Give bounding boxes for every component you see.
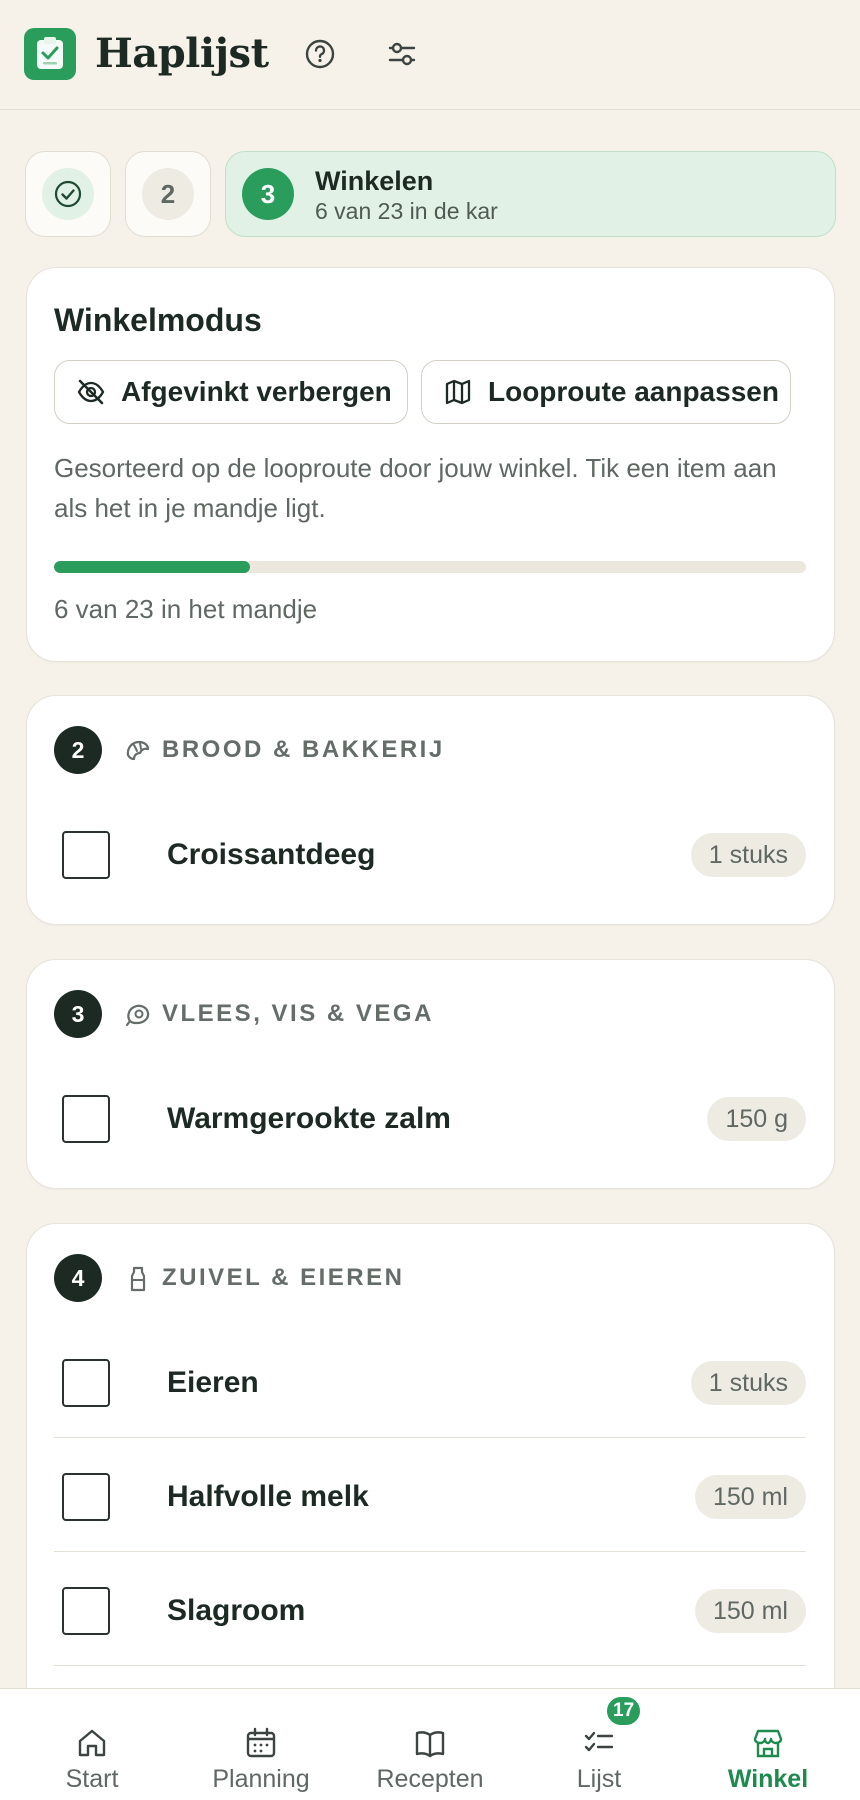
item-quantity: 1 stuks <box>690 1361 806 1405</box>
step-2[interactable]: 2 <box>125 151 211 237</box>
check-icon <box>42 168 94 220</box>
store-icon <box>750 1725 786 1761</box>
item-quantity: 150 ml <box>694 1475 806 1519</box>
step-subtitle: 6 van 23 in de kar <box>315 198 498 224</box>
section-number: 2 <box>54 726 102 774</box>
nav-item-recepten[interactable]: Recepten <box>344 1689 516 1800</box>
hide-checked-button[interactable]: Afgevinkt verbergen <box>54 360 408 424</box>
section-title: BROOD & BAKKERIJ <box>162 736 445 763</box>
hide-checked-label: Afgevinkt verbergen <box>121 376 392 407</box>
nav-item-planning[interactable]: Planning <box>175 1689 347 1800</box>
map-icon <box>442 376 474 408</box>
list-item[interactable]: Warmgerookte zalm 150 g <box>54 1060 806 1174</box>
croissant-icon <box>123 736 153 766</box>
nav-item-start[interactable]: Start <box>6 1689 178 1800</box>
item-quantity: 150 ml <box>694 1589 806 1633</box>
section-card-bread: 2 BROOD & BAKKERIJ Croissantdeeg 1 stuks <box>26 695 835 925</box>
meat-icon <box>123 1000 153 1030</box>
app-header: Haplijst <box>0 0 860 110</box>
checklist-icon <box>581 1725 617 1761</box>
eye-off-icon <box>75 376 107 408</box>
list-item[interactable]: Slagroom 150 ml <box>54 1552 806 1666</box>
nav-item-winkel[interactable]: Winkel <box>682 1689 854 1800</box>
edit-route-button[interactable]: Looproute aanpassen <box>421 360 791 424</box>
bottom-nav: Start Planning Recepten 17 Lijst Winkel <box>0 1688 860 1800</box>
item-checkbox[interactable] <box>62 1473 110 1521</box>
cart-progress-text: 6 van 23 in het mandje <box>54 594 318 624</box>
nav-label: Start <box>65 1765 119 1793</box>
section-card-meat: 3 VLEES, VIS & VEGA Warmgerookte zalm 15… <box>26 959 835 1189</box>
list-item[interactable]: Halfvolle melk 150 ml <box>54 1438 806 1552</box>
item-name: Eieren <box>167 1366 259 1399</box>
step-3-active[interactable]: 3 Winkelen 6 van 23 in de kar <box>225 151 836 237</box>
item-checkbox[interactable] <box>62 831 110 879</box>
section-number: 3 <box>54 990 102 1038</box>
nav-label: Planning <box>212 1765 310 1793</box>
home-icon <box>74 1725 110 1761</box>
app-title: Haplijst <box>95 30 269 77</box>
step-1-done[interactable] <box>25 151 111 237</box>
section-title: ZUIVEL & EIEREN <box>162 1264 405 1291</box>
milk-bottle-icon <box>123 1264 153 1294</box>
list-item[interactable]: Croissantdeeg 1 stuks <box>54 796 806 910</box>
section-title: VLEES, VIS & VEGA <box>162 1000 434 1027</box>
item-name: Halfvolle melk <box>167 1480 369 1513</box>
item-checkbox[interactable] <box>62 1095 110 1143</box>
app-logo <box>24 28 76 80</box>
step-number: 3 <box>242 168 294 220</box>
item-quantity: 150 g <box>707 1097 806 1141</box>
settings-sliders-icon[interactable] <box>384 36 420 72</box>
item-checkbox[interactable] <box>62 1587 110 1635</box>
book-icon <box>412 1725 448 1761</box>
item-name: Croissantdeeg <box>167 838 376 871</box>
section-number: 4 <box>54 1254 102 1302</box>
item-checkbox[interactable] <box>62 1359 110 1407</box>
shop-mode-title: Winkelmodus <box>54 302 262 338</box>
help-icon[interactable] <box>302 36 338 72</box>
item-quantity: 1 stuks <box>690 833 806 877</box>
step-title: Winkelen <box>315 166 434 196</box>
nav-label: Recepten <box>376 1765 484 1793</box>
calendar-icon <box>243 1725 279 1761</box>
item-name: Slagroom <box>167 1594 306 1627</box>
item-name: Warmgerookte zalm <box>167 1102 451 1135</box>
edit-route-label: Looproute aanpassen <box>488 376 779 407</box>
shop-mode-description: Gesorteerd op de looproute door jouw win… <box>54 453 777 523</box>
shop-mode-card: Winkelmodus Afgevinkt verbergen Looprout… <box>26 267 835 662</box>
nav-label: Lijst <box>576 1765 622 1793</box>
clipboard-check-icon <box>37 37 63 69</box>
step-number: 2 <box>142 168 194 220</box>
nav-label: Winkel <box>727 1765 809 1793</box>
nav-item-lijst[interactable]: 17 Lijst <box>513 1689 685 1800</box>
list-item[interactable]: Eieren 1 stuks <box>54 1324 806 1438</box>
lijst-count-badge: 17 <box>605 1695 643 1727</box>
cart-progress-bar <box>54 561 806 573</box>
cart-progress-fill <box>54 561 250 573</box>
